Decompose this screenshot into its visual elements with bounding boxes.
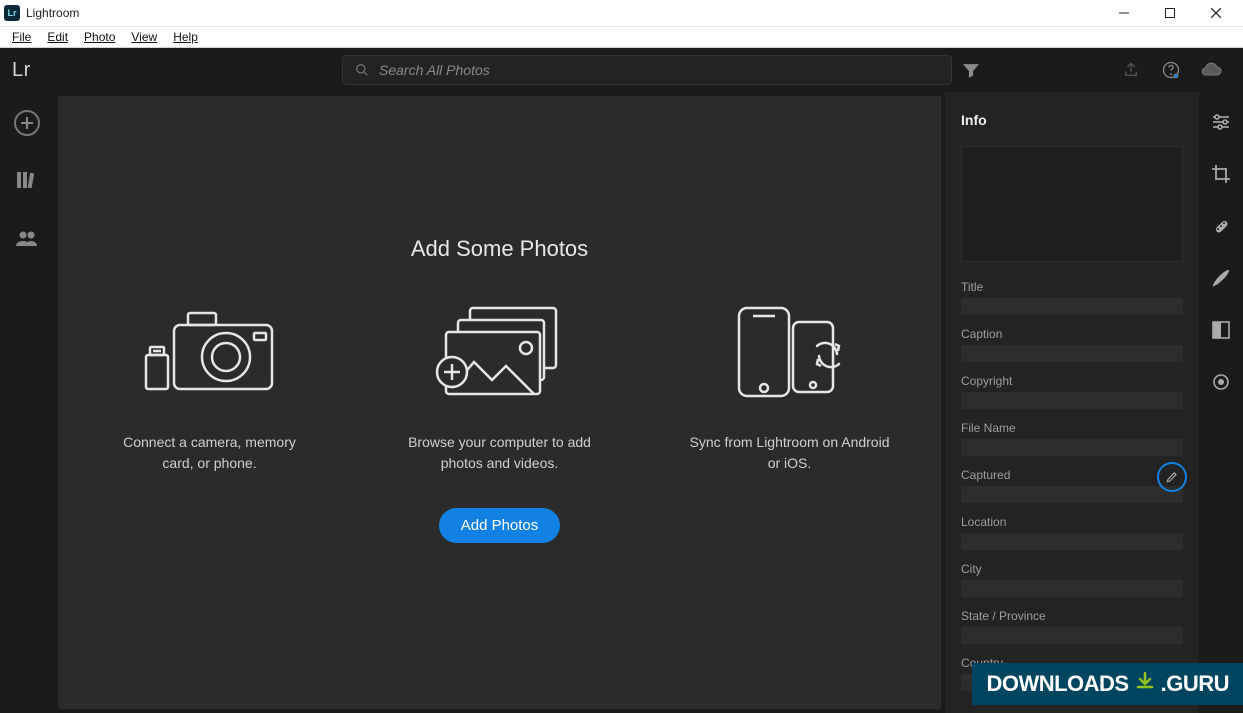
filename-input[interactable] bbox=[961, 439, 1183, 456]
brush-button[interactable] bbox=[1209, 266, 1233, 290]
search-input[interactable] bbox=[379, 62, 939, 78]
empty-heading: Add Some Photos bbox=[411, 236, 588, 262]
add-photos-rail-button[interactable] bbox=[14, 110, 40, 136]
left-rail bbox=[0, 92, 54, 713]
cloud-sync-button[interactable] bbox=[1191, 48, 1231, 92]
info-field-filename: File Name bbox=[961, 421, 1183, 456]
copyright-input[interactable] bbox=[961, 392, 1183, 409]
info-field-captured: Captured bbox=[961, 468, 1183, 503]
card-connect-device: Connect a camera, memory card, or phone. bbox=[110, 302, 310, 474]
city-input[interactable] bbox=[961, 580, 1183, 597]
window-title: Lightroom bbox=[26, 6, 1101, 20]
add-photos-button[interactable]: Add Photos bbox=[439, 508, 561, 543]
app-logo: Lr bbox=[12, 59, 42, 82]
top-bar: Lr bbox=[0, 48, 1243, 92]
app-icon: Lr bbox=[4, 5, 20, 21]
window-titlebar: Lr Lightroom bbox=[0, 0, 1243, 27]
menu-photo[interactable]: Photo bbox=[76, 27, 123, 47]
search-icon bbox=[355, 63, 369, 77]
info-field-state: State / Province bbox=[961, 609, 1183, 644]
maximize-button[interactable] bbox=[1147, 0, 1193, 27]
info-heading: Info bbox=[961, 112, 1183, 128]
info-field-city: City bbox=[961, 562, 1183, 597]
info-field-location: Location bbox=[961, 515, 1183, 550]
caption-input[interactable] bbox=[961, 345, 1183, 362]
help-button[interactable] bbox=[1151, 48, 1191, 92]
app-body: Add Some Photos bbox=[0, 92, 1243, 713]
camera-icon bbox=[135, 302, 285, 402]
library-button[interactable] bbox=[13, 166, 41, 194]
edit-sliders-button[interactable] bbox=[1209, 110, 1233, 134]
info-preview-thumb bbox=[961, 146, 1183, 262]
linear-gradient-button[interactable] bbox=[1209, 318, 1233, 342]
info-field-caption: Caption bbox=[961, 327, 1183, 362]
card-caption: Sync from Lightroom on Android or iOS. bbox=[690, 432, 890, 474]
main-area: Add Some Photos bbox=[58, 96, 941, 709]
minimize-button[interactable] bbox=[1101, 0, 1147, 27]
onboarding-cards: Connect a camera, memory card, or phone. bbox=[110, 302, 890, 474]
location-input[interactable] bbox=[961, 533, 1183, 550]
radial-gradient-button[interactable] bbox=[1209, 370, 1233, 394]
search-bar[interactable] bbox=[342, 55, 952, 85]
card-sync-mobile: Sync from Lightroom on Android or iOS. bbox=[690, 302, 890, 474]
empty-state: Add Some Photos bbox=[58, 96, 941, 709]
download-arrow-icon bbox=[1135, 671, 1155, 697]
state-input[interactable] bbox=[961, 627, 1183, 644]
watermark: DOWNLOADS .GURU bbox=[972, 663, 1243, 705]
close-button[interactable] bbox=[1193, 0, 1239, 27]
filter-button[interactable] bbox=[952, 48, 990, 92]
people-button[interactable] bbox=[13, 224, 41, 252]
crop-button[interactable] bbox=[1209, 162, 1233, 186]
heal-button[interactable] bbox=[1209, 214, 1233, 238]
app-shell: Lr bbox=[0, 48, 1243, 713]
mobile-sync-icon bbox=[715, 302, 865, 402]
card-browse-computer: Browse your computer to add photos and v… bbox=[400, 302, 600, 474]
info-field-title: Title bbox=[961, 280, 1183, 315]
menu-file[interactable]: File bbox=[4, 27, 39, 47]
menu-edit[interactable]: Edit bbox=[39, 27, 76, 47]
captured-input[interactable] bbox=[961, 486, 1183, 503]
info-field-copyright: Copyright bbox=[961, 374, 1183, 409]
info-panel: Info Title Caption Copyright File Name C… bbox=[945, 92, 1199, 713]
title-input[interactable] bbox=[961, 298, 1183, 315]
edit-metadata-button[interactable] bbox=[1157, 462, 1187, 492]
right-tool-rail bbox=[1199, 92, 1243, 713]
menu-view[interactable]: View bbox=[123, 27, 165, 47]
menu-bar: File Edit Photo View Help bbox=[0, 27, 1243, 48]
card-caption: Connect a camera, memory card, or phone. bbox=[110, 432, 310, 474]
menu-help[interactable]: Help bbox=[165, 27, 206, 47]
gallery-plus-icon bbox=[425, 302, 575, 402]
share-button[interactable] bbox=[1111, 48, 1151, 92]
card-caption: Browse your computer to add photos and v… bbox=[400, 432, 600, 474]
